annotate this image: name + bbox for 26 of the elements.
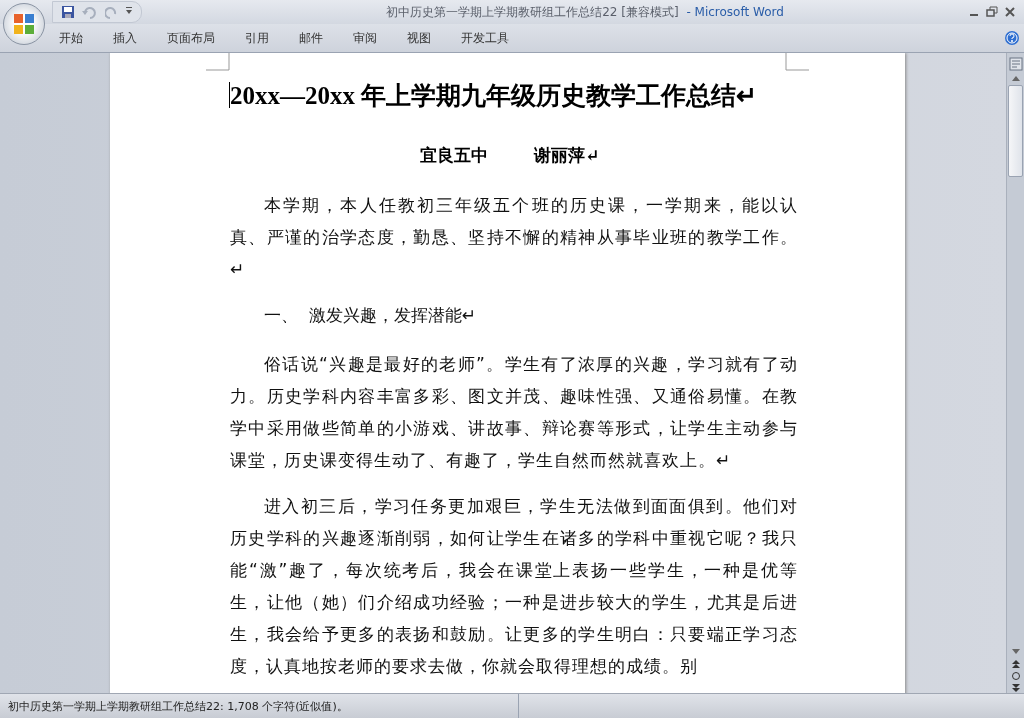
document-title: 20xx—20xx 年上学期九年级历史教学工作总结↵: [230, 81, 759, 111]
window-title: 初中历史第一学期上学期教研组工作总结22 [兼容模式] - Microsoft Word: [385, 3, 785, 21]
browse-object-icon[interactable]: [1009, 671, 1022, 681]
restore-icon[interactable]: [986, 6, 998, 18]
scrollbar-thumb[interactable]: [1008, 85, 1023, 177]
close-icon[interactable]: [1004, 6, 1016, 18]
ribbon-tab[interactable]: 审阅: [338, 29, 392, 47]
section-heading: 一、 激发兴趣，发挥潜能↵: [263, 304, 478, 327]
save-icon[interactable]: [61, 5, 75, 19]
paragraph: 俗话说“兴趣是最好的老师”。学生有了浓厚的兴趣，学习就有了动力。历史学科内容丰富多彩、图文并茂、趣味性强、又通俗易懂。在教学中采用做些简单的小游戏、讲故事、辩论赛等形式，让学生主动参与课堂，历史课变得生动了、有趣了，学生自然而然就喜欢上。↵: [230, 353, 798, 472]
help-icon[interactable]: [1004, 30, 1020, 46]
ribbon-tab[interactable]: 开发工具: [446, 29, 524, 47]
ribbon-tab[interactable]: 开始: [44, 29, 98, 47]
paragraph: 本学期，本人任教初三年级五个班的历史课，一学期来，能以认真、严谨的治学态度，勤恳、坚持不懈的精神从事毕业班的教学工作。↵: [230, 194, 798, 281]
ribbon-tab[interactable]: 引用: [230, 29, 284, 47]
crop-mark: [206, 53, 230, 71]
ribbon-tab[interactable]: 页面布局: [152, 29, 230, 47]
office-logo-icon: [12, 12, 36, 36]
ribbon-tab[interactable]: 视图: [392, 29, 446, 47]
ribbon-tab[interactable]: 插入: [98, 29, 152, 47]
status-text: 初中历史第一学期上学期教研组工作总结22: 1,708 个字符(近似值)。: [0, 694, 519, 718]
crop-mark: [785, 53, 809, 71]
ribbon-tab[interactable]: 邮件: [284, 29, 338, 47]
paragraph: 进入初三后，学习任务更加艰巨，学生无法做到面面俱到。他们对历史学科的兴趣逐渐削弱，如何让学生在诸多的学科中重视它呢？我只能“激”趣了，每次统考后，我会在课堂上表扬一些学生，一种是优等生，让他（她）们介绍成功经验；一种是进步较大的学生，尤其是后进生，我会给予更多的表扬和鼓励。让更多的学生明白：只要端正学习态度，认真地按老师的要求去做，你就会取得理想的成绩。别: [230, 495, 798, 678]
author-line: 谢丽萍↵: [534, 144, 600, 167]
author-line: 宜良五中: [420, 144, 489, 167]
